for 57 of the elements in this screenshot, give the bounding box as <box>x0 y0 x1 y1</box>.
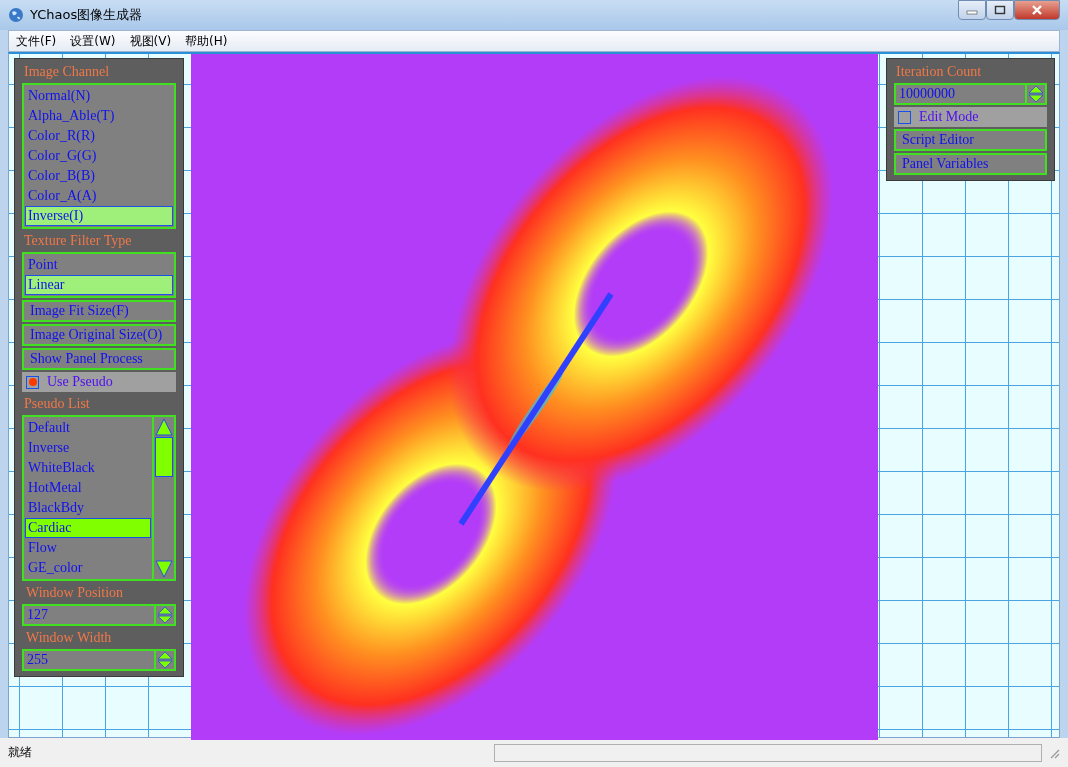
channel-item[interactable]: Alpha_Able(T) <box>25 106 173 126</box>
channel-item[interactable]: Normal(N) <box>25 86 173 106</box>
pseudo-item[interactable]: WhiteBlack <box>25 458 151 478</box>
scroll-down-icon[interactable] <box>154 559 174 579</box>
menu-item[interactable]: 视图(V) <box>122 32 179 50</box>
globe-icon <box>8 7 24 23</box>
window-width-spinbox[interactable]: 255 <box>22 649 176 671</box>
pseudo-item[interactable]: Cardiac <box>25 518 151 538</box>
pseudo-item[interactable]: Flow <box>25 538 151 558</box>
menu-item[interactable]: 帮助(H) <box>178 32 235 50</box>
pseudo-item[interactable]: GE_color <box>25 558 151 578</box>
channel-item[interactable]: Color_G(G) <box>25 146 173 166</box>
pseudo-item[interactable]: HotMetal <box>25 478 151 498</box>
channel-item[interactable]: Color_B(B) <box>25 166 173 186</box>
use-pseudo-checkbox[interactable]: Use Pseudo <box>22 372 176 392</box>
filter-item[interactable]: Linear <box>25 275 173 295</box>
checkbox-label: Edit Mode <box>919 109 979 125</box>
window-title: YChaos图像生成器 <box>30 6 143 24</box>
close-button[interactable] <box>1014 0 1060 20</box>
channel-item[interactable]: Color_R(R) <box>25 126 173 146</box>
channel-item[interactable]: Inverse(I) <box>25 206 173 226</box>
menu-item[interactable]: 设置(W) <box>63 32 123 50</box>
scroll-up-icon[interactable] <box>154 417 174 437</box>
filter-item[interactable]: Point <box>25 255 173 275</box>
section-title: Iteration Count <box>895 63 983 81</box>
spinbox-value: 255 <box>24 651 156 669</box>
spin-arrows-icon[interactable] <box>1028 85 1044 103</box>
section-title: Window Width <box>25 629 113 647</box>
channel-item[interactable]: Color_A(A) <box>25 186 173 206</box>
edit-mode-checkbox[interactable]: Edit Mode <box>894 107 1047 127</box>
panel-button[interactable]: Panel Variables <box>894 153 1047 175</box>
pseudo-item[interactable]: BlackBdy <box>25 498 151 518</box>
panel-button[interactable]: Script Editor <box>894 129 1047 151</box>
scrollbar[interactable] <box>154 417 174 579</box>
close-icon <box>1031 5 1043 15</box>
section-title: Texture Filter Type <box>23 232 133 250</box>
section-title: Window Position <box>25 584 125 602</box>
checkbox[interactable] <box>26 375 39 389</box>
maximize-icon <box>994 5 1006 15</box>
checkbox-label: Use Pseudo <box>47 374 113 390</box>
status-text: 就绪 <box>8 744 33 761</box>
checkbox[interactable] <box>898 110 911 124</box>
section-title: Pseudo List <box>23 395 91 413</box>
section-title: Image Channel <box>23 63 111 81</box>
menu-item[interactable]: 文件(F) <box>9 32 64 50</box>
spinbox-value: 10000000 <box>896 85 1027 103</box>
spin-arrows-icon[interactable] <box>157 651 173 669</box>
iteration-spinbox[interactable]: 10000000 <box>894 83 1047 105</box>
panel-button[interactable]: Image Original Size(O) <box>22 324 176 346</box>
maximize-button[interactable] <box>986 0 1014 20</box>
pseudo-item[interactable]: Default <box>25 418 151 438</box>
panel-button[interactable]: Image Fit Size(F) <box>22 300 176 322</box>
pseudo-item[interactable]: Inverse <box>25 438 151 458</box>
spin-arrows-icon[interactable] <box>157 606 173 624</box>
window-position-spinbox[interactable]: 127 <box>22 604 176 626</box>
panel-button[interactable]: Show Panel Process <box>22 348 176 370</box>
spinbox-value: 127 <box>24 606 156 624</box>
